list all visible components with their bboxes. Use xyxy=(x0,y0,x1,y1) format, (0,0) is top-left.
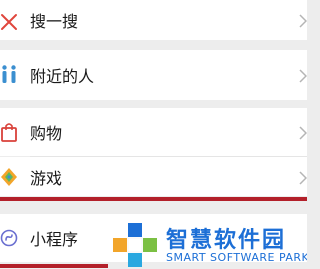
search-sparkle-icon xyxy=(0,9,18,31)
chevron-right-icon xyxy=(299,68,307,83)
highlight-top-line xyxy=(0,197,307,201)
menu-item-shopping[interactable]: 购物 xyxy=(0,108,307,156)
watermark-text-cn: 智慧软件园 xyxy=(166,228,287,253)
watermark: 智慧软件园 SMART SOFTWARE PARK xyxy=(112,218,307,269)
highlight-bottom-line xyxy=(0,264,108,268)
game-diamond-icon xyxy=(0,166,18,188)
menu-item-search[interactable]: 搜一搜 xyxy=(0,0,307,40)
watermark-logo-icon xyxy=(113,223,157,267)
menu-item-label: 购物 xyxy=(30,124,63,143)
shopping-bag-icon xyxy=(0,121,18,143)
discover-menu-screen: 搜一搜 附近的人 购物 游戏 小程序 智慧软件园 SMART SOFTWARE … xyxy=(0,0,307,269)
nearby-people-icon xyxy=(0,64,18,86)
menu-item-label: 小程序 xyxy=(30,230,79,249)
menu-item-label: 游戏 xyxy=(30,168,63,188)
mini-program-icon xyxy=(0,227,18,249)
menu-item-label: 搜一搜 xyxy=(30,12,79,31)
menu-item-label: 附近的人 xyxy=(30,67,95,86)
menu-item-nearby[interactable]: 附近的人 xyxy=(0,50,307,100)
chevron-right-icon xyxy=(299,13,307,28)
menu-item-games[interactable]: 游戏 xyxy=(0,157,307,196)
chevron-right-icon xyxy=(299,125,307,140)
chevron-right-icon xyxy=(299,170,307,185)
watermark-text-en: SMART SOFTWARE PARK xyxy=(166,251,307,264)
